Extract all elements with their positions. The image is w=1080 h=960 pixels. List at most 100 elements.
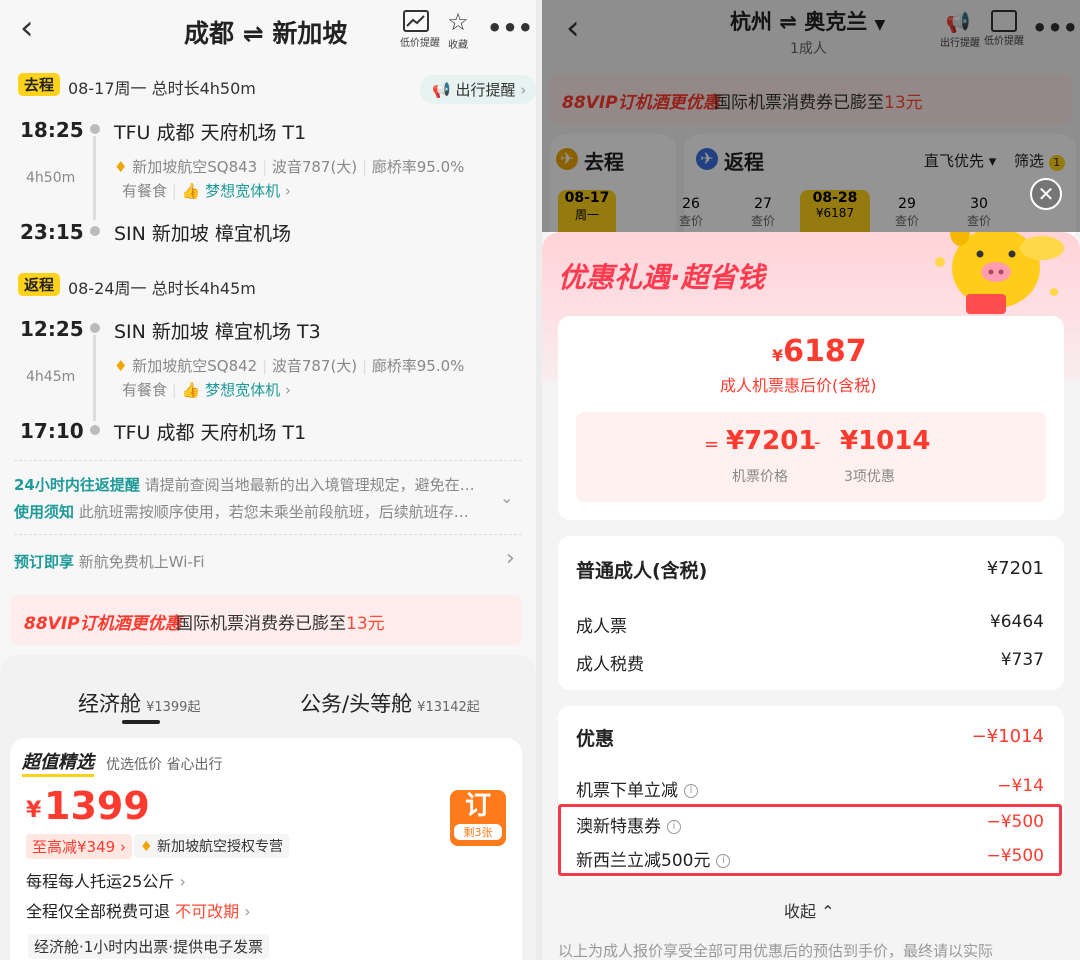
discount-label: 3项优惠 xyxy=(844,469,895,485)
notice-wifi[interactable]: 预订即享 新航免费机上Wi-Fi xyxy=(14,551,205,572)
offer-badge: 超值精选 xyxy=(22,748,94,777)
thumb-up-icon: 👍 xyxy=(181,182,201,200)
promo-value: −¥14 xyxy=(997,776,1044,796)
divider xyxy=(14,534,522,535)
outbound-summary: 08-17周一 总时长4h50m xyxy=(68,79,256,98)
calc-box: = ¥7201 机票价格 - ¥1014 3项优惠 xyxy=(576,412,1046,502)
final-price-value: 6187 xyxy=(783,334,867,369)
offer-slogan: 优选低价 省心出行 xyxy=(106,757,223,773)
promo-value: −¥500 xyxy=(986,846,1044,866)
chevron-right-icon: › xyxy=(284,182,291,200)
info-icon: i xyxy=(667,820,681,834)
airline-logo-icon: ♦ xyxy=(140,839,153,855)
notice-roundtrip[interactable]: 24小时内往返提醒 请提前查阅当地最新的出入境管理规定，避免在… xyxy=(14,474,498,495)
timeline-line xyxy=(93,335,96,421)
return-duration: 4h45m xyxy=(26,369,76,385)
offer-baggage-text: 每程每人托运25公斤 xyxy=(26,872,175,891)
vip-text-main: 国际机票消费券已膨至 xyxy=(176,614,346,634)
notice-roundtrip-title: 24小时内往返提醒 xyxy=(14,476,140,494)
notice-wifi-text: 新航免费机上Wi-Fi xyxy=(78,553,205,571)
right-screen: ‹ 杭州 ⇌ 奥克兰 ▼ 1成人 📢 出行提醒 低价提醒 ••• 88VIP订机… xyxy=(542,0,1080,960)
timeline-dot xyxy=(90,226,100,236)
megaphone-icon: 📢 xyxy=(432,81,451,99)
book-button[interactable]: 订 剩3张 xyxy=(450,790,506,846)
outbound-duration: 4h50m xyxy=(26,170,76,186)
notice-roundtrip-text: 请提前查阅当地最新的出入境管理规定，避免在… xyxy=(144,476,475,494)
return-extra-info[interactable]: 有餐食 | 👍 梦想宽体机 › xyxy=(122,379,291,400)
chevron-down-icon[interactable]: ⌄ xyxy=(500,488,513,507)
return-dep-time: 12:25 xyxy=(20,317,84,341)
travel-reminder-button[interactable]: 📢 出行提醒 › xyxy=(420,75,536,104)
book-remaining: 剩3张 xyxy=(454,824,502,840)
outbound-bridge-rate: 廊桥率95.0% xyxy=(371,158,465,176)
notice-usage[interactable]: 使用须知 此航班需按顺序使用，若您未乘坐前段航班，后续航班存… xyxy=(14,501,498,522)
sheet-title: 优惠礼遇·超省钱 xyxy=(558,261,765,294)
tab-active-indicator xyxy=(122,720,160,724)
info-icon: i xyxy=(716,854,731,868)
chevron-right-icon: › xyxy=(284,381,291,399)
promo-row[interactable]: 新西兰立减500元 i xyxy=(576,846,731,871)
chevron-up-icon: ⌃ xyxy=(821,902,835,921)
sheet-footer-note: 以上为成人报价享受全部可用优惠后的预估到手价，最终请以实际 xyxy=(558,942,994,960)
outbound-arr-time: 23:15 xyxy=(20,220,84,244)
tab-economy[interactable]: 经济舱 ¥1399起 xyxy=(78,688,200,718)
more-icon[interactable]: ••• xyxy=(487,14,533,42)
price-summary-box: ¥6187 成人机票惠后价(含税) = ¥7201 机票价格 - ¥1014 3… xyxy=(558,316,1064,520)
price-alert-label: 低价提醒 xyxy=(400,38,440,49)
chevron-right-icon[interactable]: › xyxy=(506,546,515,571)
pig-mascot-icon xyxy=(926,232,1066,322)
adult-ticket-value: ¥6464 xyxy=(989,612,1044,632)
notice-usage-text: 此航班需按顺序使用，若您未乘坐前段航班，后续航班存… xyxy=(78,503,469,521)
outbound-extra-info[interactable]: 有餐食 | 👍 梦想宽体机 › xyxy=(122,180,291,201)
offer-price: 1399 xyxy=(44,784,150,828)
offer-currency: ¥ xyxy=(26,798,42,823)
return-tag: 返程 xyxy=(18,273,61,296)
favorite-label: 收藏 xyxy=(448,40,468,51)
tab-business[interactable]: 公务/头等舱 ¥13142起 xyxy=(300,688,480,718)
offer-discount[interactable]: 至高减¥349 › xyxy=(26,834,132,859)
collapse-label: 收起 xyxy=(784,902,817,921)
offer-refund-text: 全程仅全部税费可退 xyxy=(26,902,171,921)
return-dep-airport: SIN 新加坡 樟宜机场 T3 xyxy=(114,321,321,343)
close-icon[interactable]: ✕ xyxy=(1030,178,1062,210)
return-arr-time: 17:10 xyxy=(20,419,84,443)
return-aircraft: 波音787(大) xyxy=(271,357,358,375)
offer-refund[interactable]: 全程仅全部税费可退 不可改期 › xyxy=(26,898,251,922)
tab-economy-name: 经济舱 xyxy=(78,692,141,716)
promo-title: 优惠 xyxy=(576,728,615,750)
promo-label: 机票下单立减 xyxy=(576,781,678,801)
offer-card[interactable]: 超值精选 优选低价 省心出行 ¥ 1399 至高减¥349 › ♦ 新加坡航空授… xyxy=(10,738,522,960)
adult-fare-box: 普通成人(含税) ¥7201 成人票 ¥6464 成人税费 ¥737 xyxy=(558,536,1064,690)
timeline-dot xyxy=(90,124,100,134)
modal-backdrop[interactable] xyxy=(542,0,1080,232)
return-wide-body: 梦想宽体机 xyxy=(205,381,281,399)
return-arr-airport: TFU 成都 天府机场 T1 xyxy=(114,422,307,444)
back-icon[interactable]: ‹ xyxy=(20,8,34,48)
airline-logo-icon: ♦ xyxy=(114,158,128,176)
collapse-button[interactable]: 收起 ⌃ xyxy=(784,898,835,922)
promo-label: 新西兰立减500元 xyxy=(576,851,711,871)
tab-economy-price: ¥1399起 xyxy=(146,700,201,715)
airline-logo-icon: ♦ xyxy=(114,357,128,375)
offer-airline-tag-text: 新加坡航空授权专营 xyxy=(157,839,284,855)
vip-banner[interactable]: 88VIP订机酒更优惠 国际机票消费券已膨至13元 xyxy=(10,595,522,645)
outbound-dep-time: 18:25 xyxy=(20,118,84,142)
price-alert-button[interactable]: 低价提醒 xyxy=(400,10,440,49)
outbound-airline: 新加坡航空SQ843 xyxy=(132,158,258,176)
ticket-price-label: 机票价格 xyxy=(732,469,788,485)
favorite-button[interactable]: ☆ 收藏 xyxy=(443,10,473,51)
notice-usage-title: 使用须知 xyxy=(14,503,75,521)
promo-row[interactable]: 澳新特惠券 i xyxy=(576,812,681,837)
outbound-wide-body: 梦想宽体机 xyxy=(205,182,281,200)
info-icon: i xyxy=(684,784,698,798)
offer-no-change: 不可改期 xyxy=(175,902,240,921)
outbound-aircraft: 波音787(大) xyxy=(271,158,358,176)
star-icon: ☆ xyxy=(447,8,469,36)
promo-row[interactable]: 机票下单立减 i xyxy=(576,776,698,801)
equals-sign: = xyxy=(704,434,720,455)
offer-baggage[interactable]: 每程每人托运25公斤 › xyxy=(26,868,186,892)
adult-tax-value: ¥737 xyxy=(1000,650,1044,670)
thumb-up-icon: 👍 xyxy=(181,381,201,399)
adult-ticket-label: 成人票 xyxy=(576,617,627,637)
vip-text: 国际机票消费券已膨至13元 xyxy=(176,609,385,634)
